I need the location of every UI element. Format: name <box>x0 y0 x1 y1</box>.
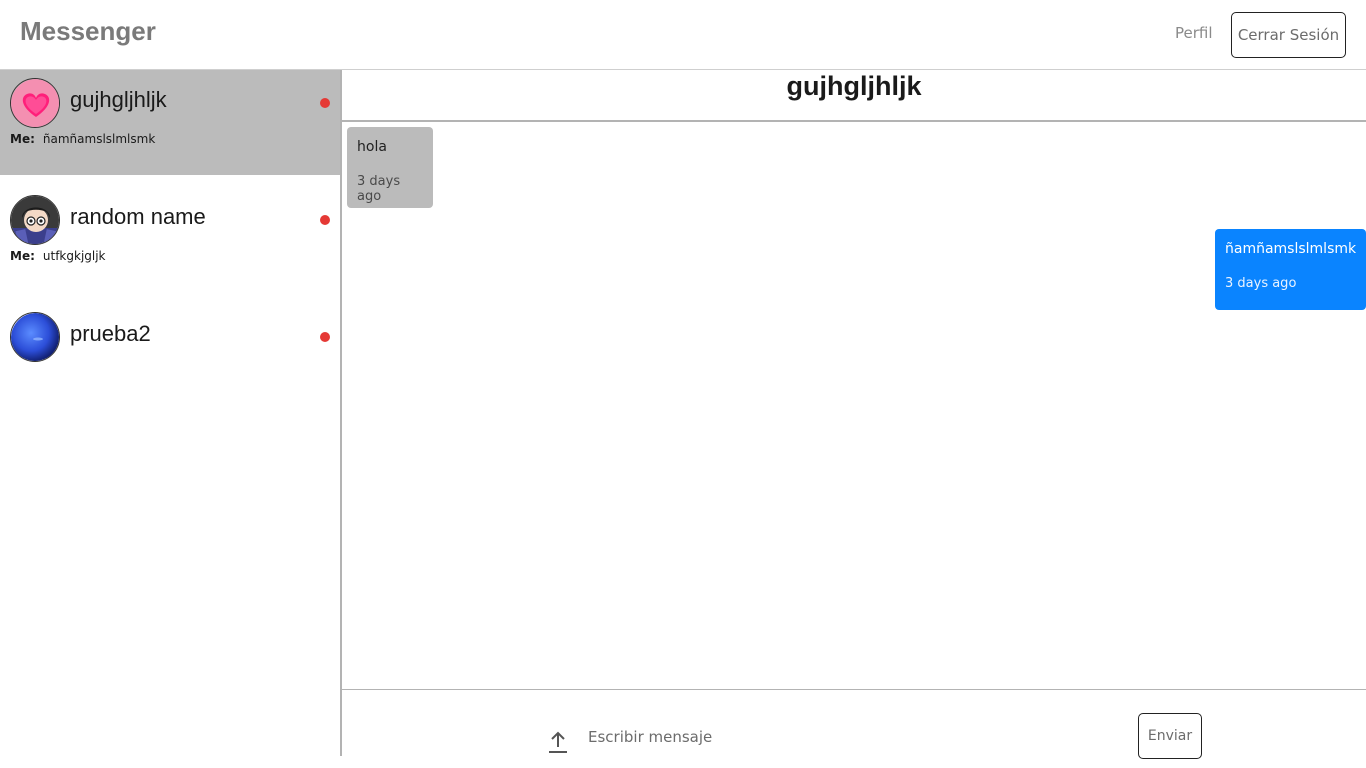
chat-header: gujhgljhljk <box>342 70 1366 122</box>
conversation-item-gujhgljhljk[interactable]: gujhgljhljk Me: ñamñamslslmlsmk <box>0 70 340 175</box>
conversation-list: gujhgljhljk Me: ñamñamslslmlsmk random na… <box>0 70 342 756</box>
status-dot <box>320 332 330 342</box>
status-dot <box>320 98 330 108</box>
conversation-item-prueba2[interactable]: prueba2 <box>0 292 340 409</box>
last-message-preview: Me: ñamñamslslmlsmk <box>10 132 155 146</box>
message-input[interactable] <box>588 724 1118 750</box>
conversation-item-random-name[interactable]: random name Me: utfkgkjgljk <box>0 175 340 292</box>
last-message-text: ñamñamslslmlsmk <box>42 132 156 146</box>
chat-title: gujhgljhljk <box>786 71 922 101</box>
logout-button[interactable]: Cerrar Sesión <box>1231 12 1346 58</box>
upload-arrow-icon[interactable] <box>548 730 568 754</box>
top-navbar: Messenger Perfil Cerrar Sesión <box>0 0 1366 70</box>
pink-heart-avatar-icon <box>10 78 60 128</box>
message-bubble-sent: ñamñamslslmlsmk 3 days ago <box>1215 229 1366 310</box>
message-text: ñamñamslslmlsmk <box>1225 241 1357 257</box>
status-dot <box>320 215 330 225</box>
message-bubble-received: hola 3 days ago <box>347 127 433 208</box>
chat-panel: gujhgljhljk hola 3 days ago ñamñamslslml… <box>342 70 1366 759</box>
last-message-text: utfkgkjgljk <box>42 249 106 263</box>
message-text: hola <box>357 139 387 155</box>
app-brand[interactable]: Messenger <box>20 16 156 47</box>
conversation-name: prueba2 <box>70 321 151 346</box>
blue-planet-avatar-icon <box>10 312 60 362</box>
last-sender-label: Me: <box>10 249 35 263</box>
conversation-name: gujhgljhljk <box>70 87 167 112</box>
last-message-preview: Me: utfkgkjgljk <box>10 249 106 263</box>
conversation-name: random name <box>70 204 206 229</box>
message-timestamp: 3 days ago <box>1225 276 1297 291</box>
last-sender-label: Me: <box>10 132 35 146</box>
send-button[interactable]: Enviar <box>1138 713 1202 759</box>
message-timestamp: 3 days ago <box>357 174 401 204</box>
message-composer: Enviar <box>342 689 1366 759</box>
profile-link[interactable]: Perfil <box>1175 24 1213 42</box>
anime-character-avatar-icon <box>10 195 60 245</box>
